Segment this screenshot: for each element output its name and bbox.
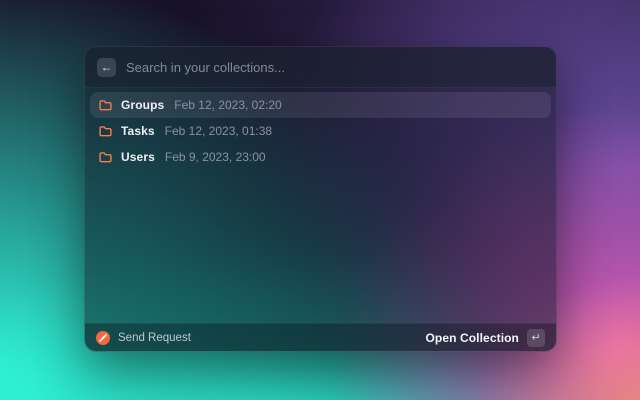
collection-row[interactable]: Groups Feb 12, 2023, 02:20 bbox=[90, 92, 551, 118]
results-list: Groups Feb 12, 2023, 02:20 Tasks Feb 12,… bbox=[85, 88, 556, 323]
collection-name: Tasks bbox=[121, 124, 155, 138]
search-collections-modal: ← Groups Feb 12, 2023, 02:20 Tasks Feb 1… bbox=[84, 46, 557, 352]
enter-key-icon: ↵ bbox=[527, 328, 545, 347]
send-request-action[interactable]: Send Request bbox=[96, 330, 191, 345]
folder-icon bbox=[99, 151, 112, 163]
modal-footer: Send Request Open Collection ↵ bbox=[85, 323, 556, 351]
collection-row[interactable]: Tasks Feb 12, 2023, 01:38 bbox=[90, 118, 551, 144]
folder-icon bbox=[99, 99, 112, 111]
collection-date: Feb 12, 2023, 01:38 bbox=[164, 124, 273, 138]
collection-row[interactable]: Users Feb 9, 2023, 23:00 bbox=[90, 144, 551, 170]
send-request-brand-icon bbox=[96, 330, 110, 345]
open-collection-action[interactable]: Open Collection ↵ bbox=[425, 328, 545, 347]
collection-date: Feb 9, 2023, 23:00 bbox=[164, 150, 266, 164]
search-bar: ← bbox=[85, 47, 556, 88]
collection-name: Groups bbox=[121, 98, 165, 112]
search-input[interactable] bbox=[126, 59, 544, 75]
collection-name: Users bbox=[121, 150, 155, 164]
open-collection-label: Open Collection bbox=[425, 330, 519, 345]
back-button[interactable]: ← bbox=[97, 57, 116, 77]
folder-icon bbox=[99, 125, 112, 137]
collection-date: Feb 12, 2023, 02:20 bbox=[174, 98, 282, 112]
send-request-label: Send Request bbox=[118, 331, 191, 344]
arrow-left-icon: ← bbox=[100, 59, 113, 74]
